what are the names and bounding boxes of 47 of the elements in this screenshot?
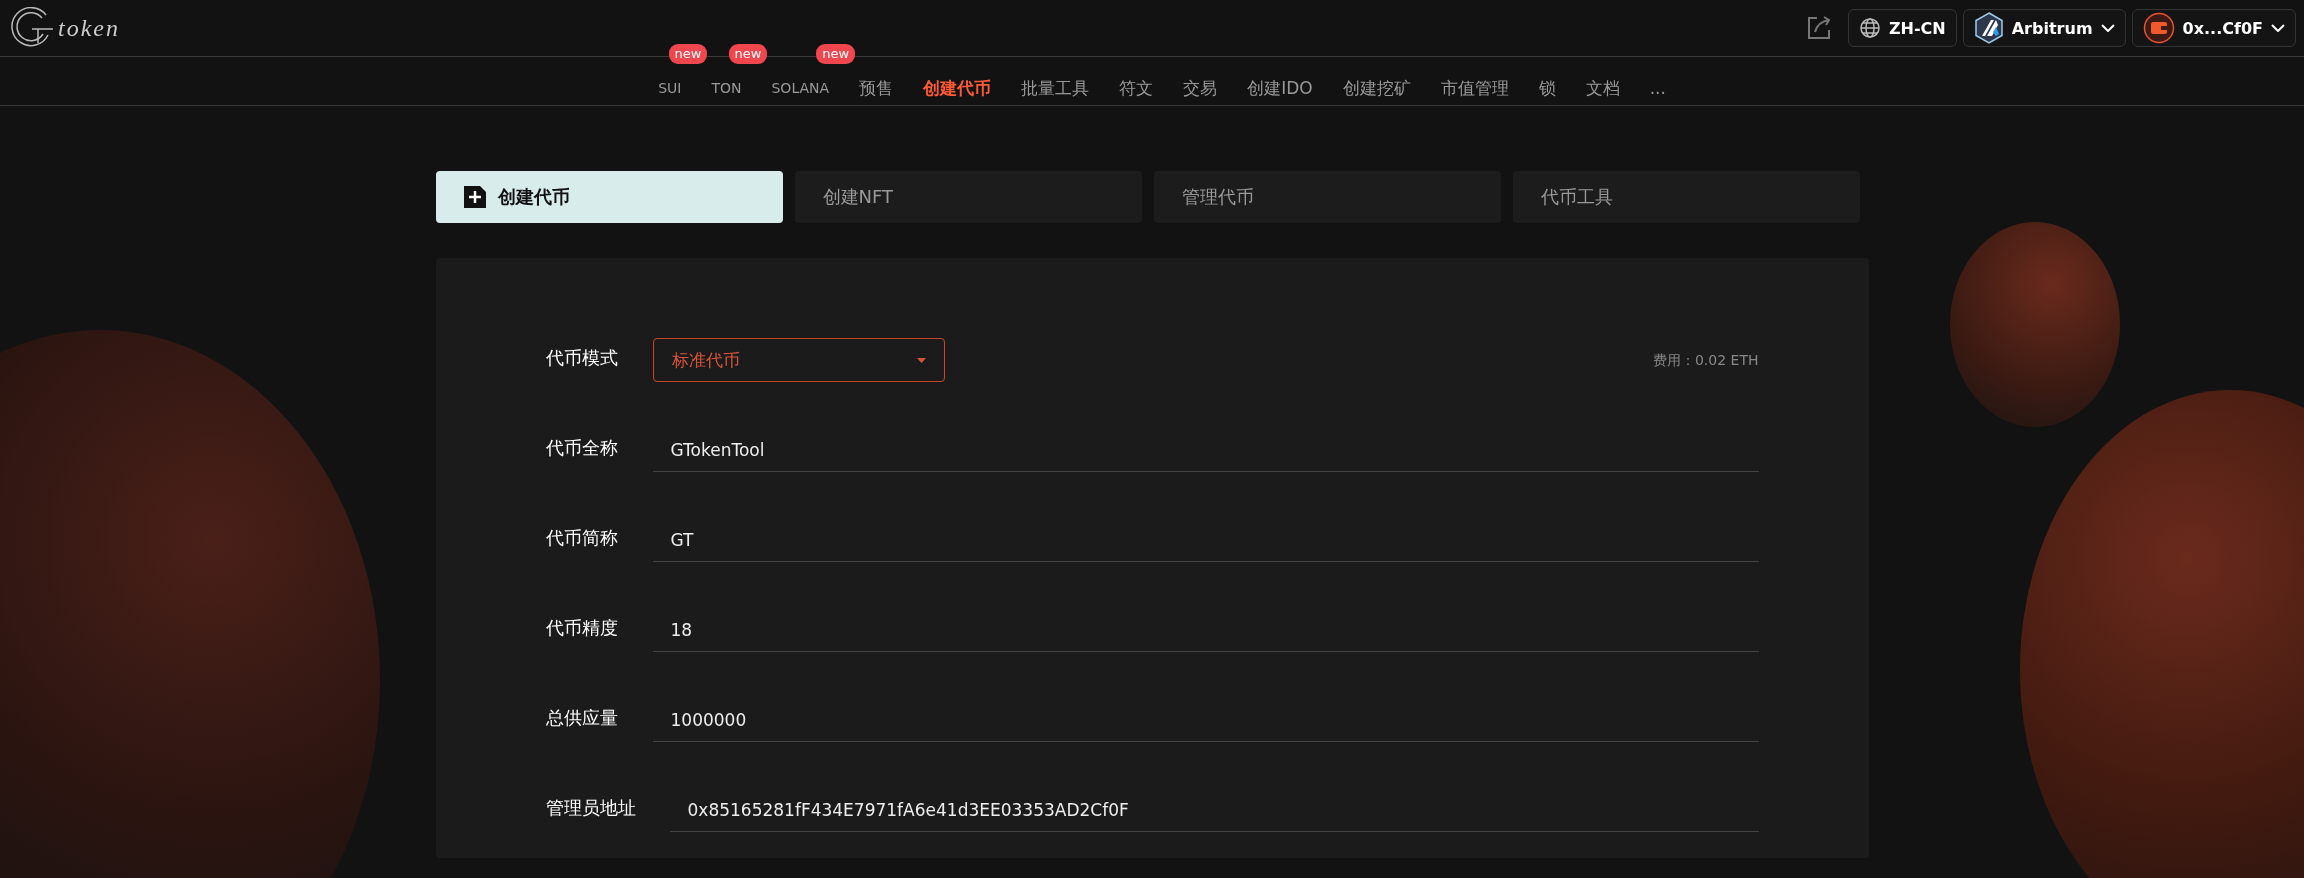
chevron-icon: [2271, 24, 2285, 32]
input-field[interactable]: 0x85165281fF434E7971fA6e41d3EE03353AD2Cf0F: [669, 788, 1759, 832]
token-mode-select[interactable]: 标准代币: [652, 338, 945, 382]
nav-link[interactable]: SUI: [658, 78, 682, 98]
nav-link[interactable]: 批量工具: [1021, 78, 1090, 98]
input-field[interactable]: GTokenTool: [652, 428, 1759, 472]
field-label: 代币简称: [545, 526, 619, 550]
network-logo-icon: [1973, 12, 2004, 44]
share-icon[interactable]: [1805, 15, 1832, 41]
field-label: 代币精度: [545, 616, 619, 640]
nav-link[interactable]: 文档: [1585, 78, 1620, 98]
field-label: 管理员地址: [545, 796, 637, 820]
nav-link[interactable]: 创建IDO: [1247, 78, 1313, 98]
language-button[interactable]: ZH-CN: [1847, 9, 1957, 47]
caret-icon: [916, 357, 926, 363]
tab[interactable]: 代币工具: [1512, 171, 1860, 223]
nav-link[interactable]: 市值管理: [1440, 78, 1509, 98]
new-badge: new: [728, 44, 768, 64]
field-label: 代币全称: [545, 436, 619, 460]
tab[interactable]: 创建代币: [435, 171, 783, 223]
nav-link[interactable]: 锁: [1538, 78, 1556, 98]
tab[interactable]: 创建NFT: [794, 171, 1142, 223]
nav-link[interactable]: 创建代币: [923, 78, 992, 98]
nav-link[interactable]: SOLANA: [771, 78, 830, 98]
wallet-button[interactable]: 0x...Cf0F: [2131, 9, 2296, 47]
nav-link[interactable]: 预售: [859, 78, 894, 98]
plus-file-icon: [461, 184, 488, 210]
tab[interactable]: 管理代币: [1153, 171, 1501, 223]
wallet-icon: [2142, 12, 2175, 44]
input-field[interactable]: 18: [652, 608, 1759, 652]
logo-icon: [8, 7, 54, 49]
new-badge: new: [668, 44, 708, 64]
globe-icon: [1858, 17, 1881, 39]
nav-link[interactable]: 创建挖矿: [1342, 78, 1411, 98]
chevron-icon: [2100, 24, 2115, 32]
fee-text: 费用：0.02 ETH: [1652, 351, 1759, 370]
logo-text: token: [58, 14, 120, 42]
nav-link[interactable]: 交易: [1183, 78, 1218, 98]
network-button[interactable]: Arbitrum: [1962, 9, 2126, 47]
input-field[interactable]: 1000000: [652, 698, 1759, 742]
nav-link[interactable]: TON: [711, 78, 742, 98]
nav-link[interactable]: 符文: [1119, 78, 1154, 98]
field-label: 总供应量: [545, 706, 619, 730]
nav-link[interactable]: ...: [1649, 78, 1666, 98]
field-label: 代币模式: [545, 346, 619, 370]
new-badge: new: [816, 44, 856, 64]
input-field[interactable]: GT: [652, 518, 1759, 562]
